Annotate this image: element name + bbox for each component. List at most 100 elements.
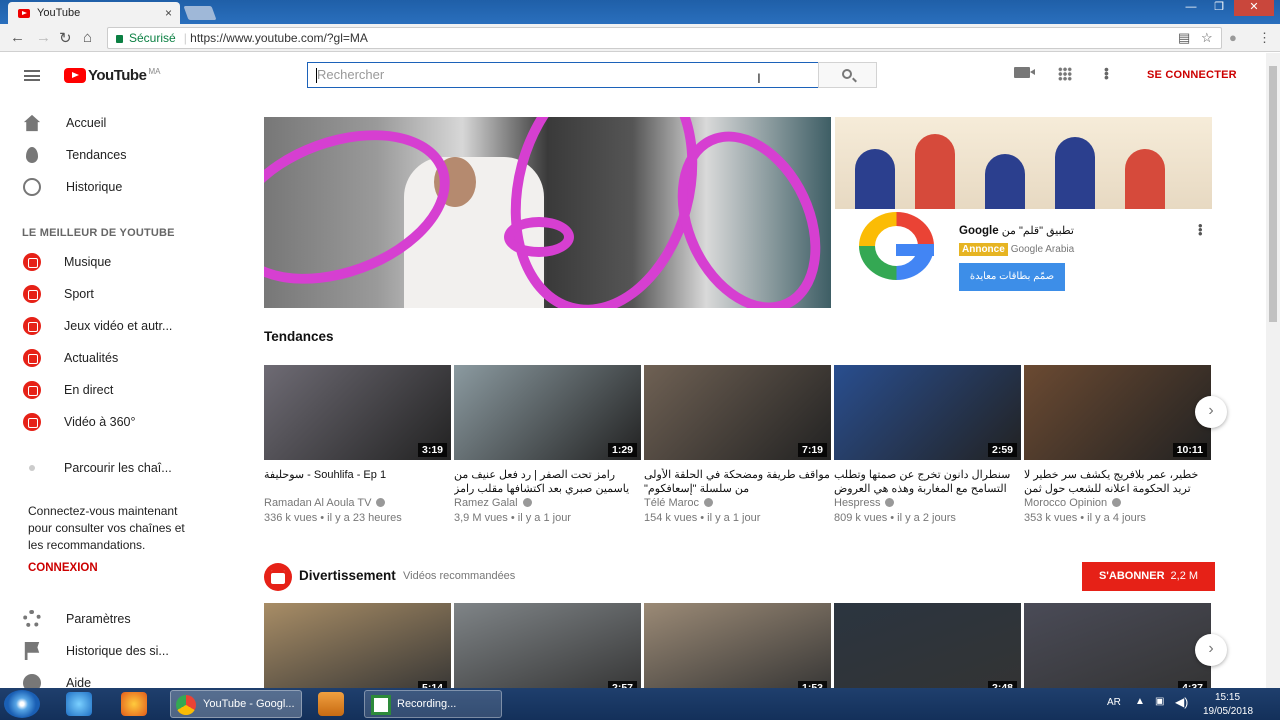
video-thumbnail[interactable]: 2:57 [454,603,641,688]
channel-avatar-icon[interactable] [264,563,292,591]
divertissement-next-arrow-icon[interactable]: › [1195,634,1227,666]
volume-icon[interactable]: ◀) [1175,695,1188,709]
chrome-menu-icon[interactable]: ⋮ [1258,30,1271,46]
video-card[interactable]: 2:57 [454,603,641,688]
browser-tab-youtube[interactable]: YouTube × [8,2,180,24]
video-thumbnail[interactable]: 4:37 [1024,603,1211,688]
windows-start-icon[interactable] [4,690,40,718]
url-bar[interactable]: Sécurisé | https://www.youtube.com/?gl=MA [107,27,1222,49]
signin-link[interactable]: CONNEXION [28,562,98,574]
taskbar-chrome-youtube[interactable]: YouTube - Googl... [170,690,302,718]
video-thumbnail[interactable]: 1:53 [644,603,831,688]
language-indicator[interactable]: AR [1107,697,1121,708]
sidebar-item-search-history[interactable]: Historique des si... [0,637,212,665]
section-title-trending[interactable]: Tendances [264,329,334,344]
search-button[interactable] [818,62,877,88]
trending-next-arrow-icon[interactable]: › [1195,396,1227,428]
view-count: 353 k vues [1024,512,1078,524]
video-card[interactable]: 5:14 [264,603,451,688]
upload-age: il y a 1 jour [517,512,571,524]
music-icon [23,253,41,271]
ad-arch-shape [915,134,955,209]
secure-label: Sécurisé [129,31,176,45]
youtube-logo[interactable]: YouTube MA [64,67,160,84]
sidebar-item-trending[interactable]: Tendances [0,141,212,169]
video-title[interactable]: مواقف طريفة ومضحكة في الحلقة الأولى من س… [644,468,831,496]
video-card[interactable]: 4:37 [1024,603,1211,688]
sidebar-item-settings[interactable]: Paramètres [0,605,212,633]
flag-icon [24,642,40,660]
video-card[interactable]: 2:59 سنطرال دانون تخرج عن صمتها وتطلب الت… [834,365,1021,524]
video-meta: 154 k vues • il y a 1 jour [644,512,761,524]
translate-icon[interactable]: ▤ [1178,30,1190,46]
reload-icon[interactable]: ↻ [59,29,72,47]
channel-name[interactable]: Télé Maroc [644,497,699,509]
channel-name[interactable]: Hespress [834,497,880,509]
sidebar-item-music[interactable]: Musique [0,248,212,276]
upload-video-icon[interactable] [1014,67,1035,78]
forward-arrow-icon[interactable]: → [36,29,51,46]
bookmark-star-icon[interactable]: ☆ [1201,30,1213,46]
close-window-button[interactable]: ✕ [1234,0,1274,16]
sidebar-item-home[interactable]: Accueil [0,109,212,137]
channel-name[interactable]: Ramez Galal [454,497,518,509]
firefox-icon[interactable] [121,692,147,716]
guide-menu-icon[interactable] [24,70,40,81]
network-icon[interactable]: ▣ [1155,696,1164,707]
video-thumbnail[interactable]: 1:29 [454,365,641,460]
extension-icon[interactable]: ● [1229,30,1237,45]
home-button-icon[interactable]: ⌂ [83,29,92,46]
ad-menu-icon[interactable]: • • • [1198,219,1203,240]
video-duration: 2:48 [987,681,1017,688]
video-thumbnail[interactable]: 3:19 [264,365,451,460]
video-title[interactable]: خطير، عمر بلافريج يكشف سر خطير لا تريد ا… [1024,468,1211,496]
video-card[interactable]: 7:19 مواقف طريفة ومضحكة في الحلقة الأولى … [644,365,831,524]
scrollbar-thumb[interactable] [1269,66,1277,322]
maximize-button[interactable]: ❐ [1206,0,1232,16]
new-tab-button[interactable] [183,6,217,20]
sidebar-item-browse-channels[interactable]: Parcourir les chaî... [0,454,212,482]
search-input[interactable]: Rechercher [307,62,819,88]
view-count: 809 k vues [834,512,888,524]
sign-in-button[interactable]: SE CONNECTER [1147,69,1237,81]
video-card[interactable]: 1:29 رامز تحت الصفر | رد فعل عنيف من ياسم… [454,365,641,524]
sidebar-item-history[interactable]: Historique [0,173,212,201]
minimize-button[interactable]: — [1178,0,1204,16]
video-thumbnail[interactable]: 7:19 [644,365,831,460]
promo-banner-video[interactable] [264,117,831,308]
clock-time[interactable]: 15:15 [1215,692,1240,703]
sidebar-item-sport[interactable]: Sport [0,280,212,308]
google-ad[interactable]: Google تطبيق "قلم" من Annonce Google Arab… [835,117,1212,308]
video-card[interactable]: 3:19 سوحليفة - Souhlifa - Ep 1 Ramadan Al … [264,365,451,524]
sidebar-item-360[interactable]: Vidéo à 360° [0,408,212,436]
signin-prompt: Connectez-vous maintenant pour consulter… [28,504,185,552]
sidebar-item-gaming[interactable]: Jeux vidéo et autr... [0,312,212,340]
channel-name[interactable]: Morocco Opinion [1024,497,1107,509]
video-title[interactable]: سوحليفة - Souhlifa - Ep 1 [264,468,451,496]
channel-title[interactable]: Divertissement [299,568,396,583]
video-card[interactable]: 2:48 [834,603,1021,688]
video-card[interactable]: 10:11 خطير، عمر بلافريج يكشف سر خطير لا ت… [1024,365,1211,524]
subscribe-button[interactable]: S'ABONNER 2,2 M [1082,562,1215,591]
channel-name[interactable]: Ramadan Al Aoula TV [264,497,371,509]
taskbar-recording[interactable]: Recording... [364,690,502,718]
media-player-icon[interactable] [318,692,344,716]
sidebar-item-live[interactable]: En direct [0,376,212,404]
video-card[interactable]: 1:53 [644,603,831,688]
video-thumbnail[interactable]: 2:59 [834,365,1021,460]
video-title[interactable]: سنطرال دانون تخرج عن صمتها وتطلب التسامح… [834,468,1021,496]
back-arrow-icon[interactable]: ← [10,29,25,46]
tray-arrow-icon[interactable]: ▲ [1135,696,1145,707]
video-thumbnail[interactable]: 10:11 [1024,365,1211,460]
apps-grid-icon[interactable] [1058,67,1072,81]
ad-cta-button[interactable]: صمّم بطاقات معايدة [959,263,1065,291]
internet-explorer-icon[interactable] [66,692,92,716]
clock-date[interactable]: 19/05/2018 [1203,706,1253,717]
video-thumbnail[interactable]: 2:48 [834,603,1021,688]
settings-dots-icon[interactable]: • • • [1104,62,1110,84]
video-title[interactable]: رامز تحت الصفر | رد فعل عنيف من ياسمين ص… [454,468,641,496]
sidebar-item-news[interactable]: Actualités [0,344,212,372]
tab-close-icon[interactable]: × [165,6,172,20]
video-thumbnail[interactable]: 5:14 [264,603,451,688]
divertissement-header: Divertissement Vidéos recommandées S'ABO… [264,562,1216,592]
